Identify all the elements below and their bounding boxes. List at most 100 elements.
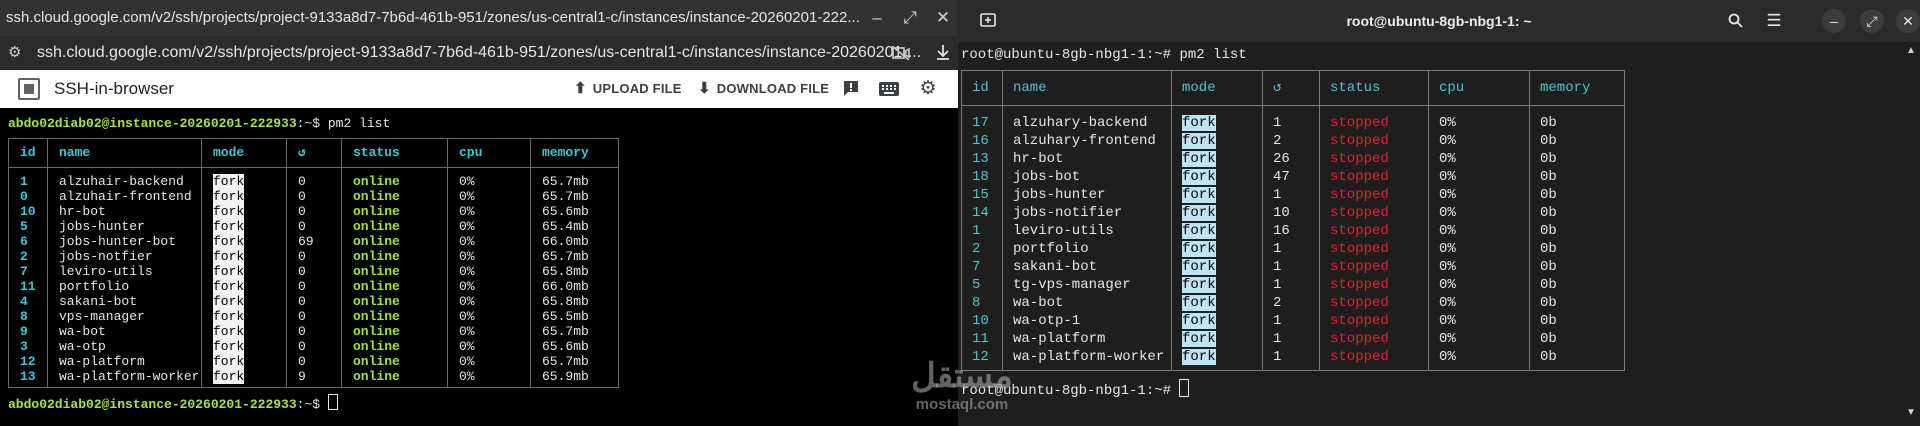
process-cpu: 0%: [447, 264, 531, 279]
process-mode-cell: fork: [201, 309, 287, 324]
table-row: 6 jobs-hunter-bot fork 69 online 0% 66.0mb: [8, 234, 619, 249]
process-cpu: 0%: [1428, 240, 1530, 258]
process-restarts: 0: [286, 219, 342, 234]
process-cpu: 0%: [447, 369, 531, 388]
process-name: portfolio: [47, 279, 202, 294]
left-prompt-user: abdo02diab02@instance-20260201-222933: [8, 397, 297, 412]
left-prompt-user: abdo02diab02@instance-20260201-222933: [8, 116, 297, 131]
right-terminal[interactable]: root@ubuntu-8gb-nbg1-1:~# pm2 list id na…: [961, 46, 1625, 399]
table-row: 1 leviro-utils fork 16 stopped 0% 0b: [961, 222, 1625, 240]
process-mode: fork: [1182, 313, 1216, 329]
table-row: 9 wa-bot fork 0 online 0% 65.7mb: [8, 324, 619, 339]
process-status: stopped: [1319, 312, 1429, 330]
process-restarts: 9: [286, 369, 342, 388]
download-file-button[interactable]: ⬇ DOWNLOAD FILE: [698, 70, 829, 108]
process-mode: fork: [1182, 223, 1216, 239]
process-mode-cell: fork: [1171, 204, 1263, 222]
left-terminal[interactable]: abdo02diab02@instance-20260201-222933:~$…: [8, 116, 619, 412]
search-icon[interactable]: [1719, 0, 1751, 42]
process-cpu: 0%: [447, 309, 531, 324]
process-restarts: 47: [1262, 168, 1320, 186]
url-text[interactable]: ssh.cloud.google.com/v2/ssh/projects/pro…: [37, 36, 921, 70]
close-icon[interactable]: ✕: [1896, 9, 1920, 33]
table-row: 7 leviro-utils fork 0 online 0% 65.8mb: [8, 264, 619, 279]
feedback-icon[interactable]: [836, 70, 866, 108]
process-mode: fork: [213, 174, 245, 189]
process-memory: 0b: [1529, 204, 1625, 222]
process-cpu: 0%: [447, 167, 531, 189]
process-id: 13: [8, 369, 48, 388]
process-cpu: 0%: [1428, 258, 1530, 276]
process-mode-cell: fork: [201, 234, 287, 249]
left-col-cpu: cpu: [447, 138, 531, 168]
right-command: pm2 list: [1179, 47, 1247, 63]
process-cpu: 0%: [447, 189, 531, 204]
right-terminal-window: root@ubuntu-8gb-nbg1-1: ~ ☰ – ⤢ ✕ root@u…: [958, 0, 1920, 426]
minimize-icon[interactable]: –: [862, 0, 892, 36]
table-row: 10 wa-otp-1 fork 1 stopped 0% 0b: [961, 312, 1625, 330]
process-memory: 0b: [1529, 132, 1625, 150]
table-row: 2 jobs-notfier fork 0 online 0% 65.7mb: [8, 249, 619, 264]
process-cpu: 0%: [447, 279, 531, 294]
maximize-icon[interactable]: ⤢: [1860, 9, 1884, 33]
process-memory: 65.7mb: [530, 354, 619, 369]
process-cpu: 0%: [1428, 294, 1530, 312]
process-id: 12: [8, 354, 48, 369]
process-id: 3: [8, 339, 48, 354]
menu-icon[interactable]: ☰: [1758, 0, 1790, 42]
watermark-latin: mostaql.com: [915, 396, 1009, 413]
minimize-icon[interactable]: –: [1822, 9, 1846, 33]
process-restarts: 0: [286, 189, 342, 204]
process-id: 1: [961, 222, 1003, 240]
process-memory: 0b: [1529, 150, 1625, 168]
process-status: stopped: [1319, 222, 1429, 240]
process-restarts: 1: [1262, 105, 1320, 132]
keyboard-icon[interactable]: [874, 70, 904, 108]
process-id: 9: [8, 324, 48, 339]
maximize-icon[interactable]: ⤢: [895, 0, 925, 36]
process-mode: fork: [1182, 169, 1216, 185]
process-memory: 65.8mb: [530, 264, 619, 279]
close-icon[interactable]: ✕: [928, 0, 958, 36]
upload-file-button[interactable]: ⬆ UPLOAD FILE: [574, 70, 682, 108]
process-status: online: [341, 167, 448, 189]
scroll-down-icon[interactable]: ▼: [1905, 408, 1917, 418]
process-restarts: 1: [1262, 240, 1320, 258]
process-cpu: 0%: [447, 339, 531, 354]
table-row: 18 jobs-bot fork 47 stopped 0% 0b: [961, 168, 1625, 186]
process-mode: fork: [1182, 133, 1216, 149]
process-mode-cell: fork: [201, 294, 287, 309]
process-id: 13: [961, 150, 1003, 168]
process-restarts: 0: [286, 167, 342, 189]
process-id: 5: [8, 219, 48, 234]
table-row: 5 jobs-hunter fork 0 online 0% 65.4mb: [8, 219, 619, 234]
left-prompt-suffix: :~$: [296, 397, 328, 412]
process-status: online: [341, 234, 448, 249]
process-restarts: 0: [286, 279, 342, 294]
process-id: 16: [961, 132, 1003, 150]
process-mode: fork: [213, 204, 245, 219]
process-mode: fork: [1182, 115, 1216, 131]
table-row: 11 portfolio fork 0 online 0% 66.0mb: [8, 279, 619, 294]
process-cpu: 0%: [1428, 186, 1530, 204]
process-name: wa-otp: [47, 339, 202, 354]
site-settings-icon[interactable]: ⚙: [8, 36, 21, 70]
process-mode-cell: fork: [201, 167, 287, 189]
download-icon[interactable]: [930, 36, 956, 70]
scroll-up-icon[interactable]: ▲: [1905, 46, 1917, 56]
process-name: vps-manager: [47, 309, 202, 324]
process-mode-cell: fork: [1171, 276, 1263, 294]
scrollbar[interactable]: ▲ ▼: [1905, 46, 1917, 418]
right-pm2-table: id name mode ↺ status cpu memory 17 alzuh…: [961, 70, 1625, 371]
process-name: jobs-notifier: [1002, 204, 1172, 222]
table-row: 0 alzuhair-frontend fork 0 online 0% 65.7mb: [8, 189, 619, 204]
process-mode-cell: fork: [201, 189, 287, 204]
right-cursor: [1179, 379, 1190, 397]
process-status: stopped: [1319, 330, 1429, 348]
left-table-header-row: id name mode ↺ status cpu memory: [8, 138, 619, 168]
process-restarts: 1: [1262, 330, 1320, 348]
camera-blocked-icon[interactable]: [888, 36, 914, 70]
settings-gear-icon[interactable]: ⚙: [913, 70, 943, 108]
left-title-bar: ssh.cloud.google.com/v2/ssh/projects/pro…: [0, 0, 958, 36]
process-memory: 65.6mb: [530, 204, 619, 219]
